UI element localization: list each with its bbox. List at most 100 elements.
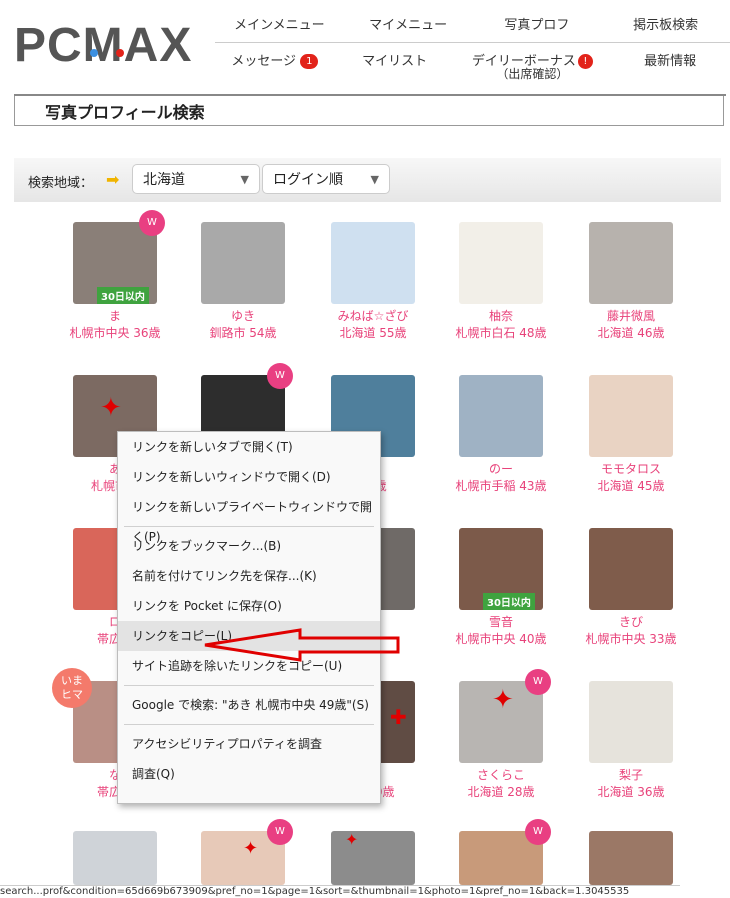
region-value: 北海道 [143,172,185,188]
profile-photo[interactable] [459,222,543,304]
w-badge-icon: W [267,363,293,389]
nav-mylist[interactable]: マイリスト [335,50,455,84]
profile-photo[interactable] [331,831,415,885]
context-menu: リンクを新しいタブで開く(T) リンクを新しいウィンドウで開く(D) リンクを新… [117,431,381,804]
w-badge-icon: W [139,210,165,236]
nav-message[interactable]: メッセージ 1 [215,50,335,84]
page-title: 写真プロフィール検索 [14,96,724,126]
menu-google-search[interactable]: Google で検索: "あき 札幌市中央 49歳"(S) [118,690,380,720]
menu-separator [124,685,374,686]
profile-name[interactable]: 梨子 [576,766,686,783]
profile-card[interactable]: きび札幌市中央 33歳 [576,528,686,647]
profile-name[interactable]: 雪音 [446,613,556,630]
chevron-down-icon: ▼ [240,173,249,186]
region-select[interactable]: 北海道 ▼ [132,164,260,194]
profile-name[interactable]: きび [576,613,686,630]
nav-board-search[interactable]: 掲示板検索 [601,14,730,42]
profile-location-age: 札幌市手稲 43歳 [455,479,547,493]
nav-photo-prof[interactable]: 写真プロフ [473,14,602,42]
profile-location-age: 札幌市中央 33歳 [585,632,677,646]
menu-inspect[interactable]: 調査(Q) [118,759,380,789]
ima-hima-badge: いま ヒマ [52,668,92,708]
profile-photo[interactable]: 30日以内 [459,528,543,610]
profile-name[interactable]: 藤井微風 [576,307,686,324]
filter-bar: 検索地域： ➡ 北海道 ▼ ログイン順 ▼ [14,158,721,202]
profile-photo[interactable] [201,222,285,304]
nav-daily-bonus[interactable]: デイリーボーナス! （出席確認） [455,50,611,84]
menu-open-private-window[interactable]: リンクを新しいプライベートウィンドウで開く(P) [118,492,380,544]
daily-alert-badge: ! [577,54,593,69]
profile-name[interactable]: みねば☆ざび [318,307,428,324]
profile-photo[interactable] [459,375,543,457]
profile-name[interactable]: さくらこ [446,766,556,783]
menu-open-new-window[interactable]: リンクを新しいウィンドウで開く(D) [118,462,380,492]
profile-location-age: 札幌市中央 36歳 [69,326,161,340]
annotation-arrow-mark: ✚ [390,705,407,729]
profile-card[interactable]: W 30日以内ま札幌市中央 36歳 [60,210,170,341]
profile-photo[interactable]: W 30日以内 [73,210,165,304]
profile-photo[interactable] [73,831,157,885]
profile-card[interactable]: 柚奈札幌市白石 48歳 [446,222,556,341]
nav-daily-sub: （出席確認） [496,67,569,81]
menu-copy-link[interactable]: リンクをコピー(L) [118,621,380,651]
menu-separator [124,724,374,725]
annotation-star-mark: ✦ [345,830,359,849]
profile-location-age: 北海道 36歳 [597,785,665,799]
sub-nav: メッセージ 1 マイリスト デイリーボーナス! （出席確認） 最新情報 [215,50,730,84]
sort-select[interactable]: ログイン順 ▼ [262,164,390,194]
profile-card[interactable]: W [446,819,556,888]
sort-value: ログイン順 [273,172,343,188]
region-label: 検索地域： [28,176,94,191]
profile-name[interactable]: モモタロス [576,460,686,477]
status-bar-url: search...prof&condition=65d669b673909&pr… [0,885,680,898]
profile-location-age: 北海道 28歳 [467,785,535,799]
annotation-star-mark: ✦ [100,393,122,423]
profile-card[interactable]: のー札幌市手稲 43歳 [446,375,556,494]
profile-card[interactable]: ゆき 釧路市 54歳 [188,222,298,341]
profile-location-age: 北海道 55歳 [339,326,407,340]
profile-location-age: 北海道 45歳 [597,479,665,493]
w-badge-icon: W [525,669,551,695]
profile-photo[interactable] [331,222,415,304]
w-badge-icon: W [525,819,551,845]
profile-photo[interactable] [589,681,673,763]
menu-bookmark-link[interactable]: リンクをブックマーク...(B) [118,531,380,561]
profile-location-age: 札幌市白石 48歳 [455,326,547,340]
pointing-hand-icon: ➡ [106,170,120,189]
message-count-badge: 1 [300,54,319,69]
menu-inspect-accessibility[interactable]: アクセシビリティプロパティを調査 [118,729,380,759]
menu-open-new-tab[interactable]: リンクを新しいタブで開く(T) [118,432,380,462]
profile-name[interactable]: ま [60,307,170,324]
profile-card[interactable] [318,831,428,888]
main-nav: メインメニュー マイメニュー 写真プロフ 掲示板検索 [215,14,730,43]
profile-card[interactable]: モモタロス北海道 45歳 [576,375,686,494]
menu-separator [124,526,374,527]
nav-news[interactable]: 最新情報 [610,50,730,84]
profile-name[interactable]: のー [446,460,556,477]
menu-save-link-as[interactable]: 名前を付けてリンク先を保存...(K) [118,561,380,591]
profile-card[interactable]: 藤井微風北海道 46歳 [576,222,686,341]
menu-save-to-pocket[interactable]: リンクを Pocket に保存(O) [118,591,380,621]
profile-name[interactable]: 柚奈 [446,307,556,324]
profile-card[interactable]: 梨子北海道 36歳 [576,681,686,800]
profile-photo[interactable] [589,528,673,610]
pcmax-logo[interactable]: PCMAX [14,18,192,73]
profile-photo[interactable] [589,222,673,304]
nav-my-menu[interactable]: マイメニュー [344,14,473,42]
profile-location-age: 北海道 46歳 [597,326,665,340]
profile-card[interactable] [576,831,686,888]
annotation-star-mark: ✦ [492,685,514,715]
nav-main-menu[interactable]: メインメニュー [215,14,344,42]
new-30days-badge: 30日以内 [97,287,149,304]
profile-photo[interactable]: W [459,819,551,885]
new-30days-badge: 30日以内 [483,593,535,610]
profile-card[interactable] [60,831,170,888]
profile-card[interactable]: 30日以内 雪音 札幌市中央 40歳 [446,528,556,647]
w-badge-icon: W [267,819,293,845]
profile-photo[interactable] [589,831,673,885]
profile-card[interactable]: みねば☆ざび 北海道 55歳 [318,222,428,341]
profile-photo[interactable] [589,375,673,457]
menu-copy-clean-link[interactable]: サイト追跡を除いたリンクをコピー(U) [118,651,380,681]
nav-message-label: メッセージ [231,54,297,69]
profile-name[interactable]: ゆき [188,307,298,324]
